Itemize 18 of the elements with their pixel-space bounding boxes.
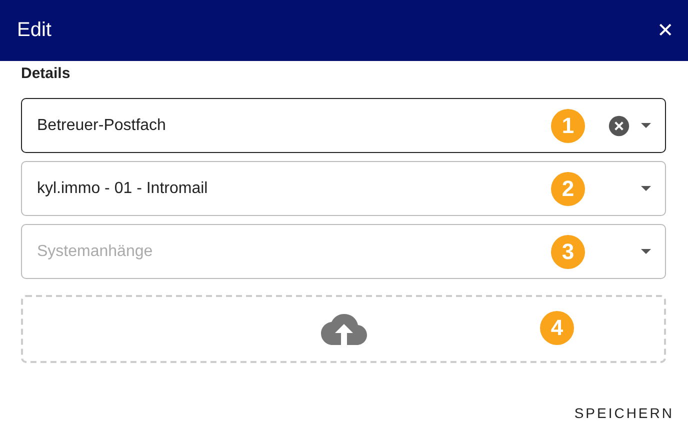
dropdown-caret-icon[interactable] [641,186,651,191]
field-value: kyl.immo - 01 - Intromail [37,180,208,198]
cloud-upload-icon [320,313,366,345]
select-field[interactable]: kyl.immo - 01 - Intromail 2 [21,161,666,216]
dropdown-caret-icon[interactable] [641,123,651,128]
number-badge: 2 [551,172,585,206]
window-title: Edit [17,19,52,42]
clear-icon[interactable] [608,114,630,136]
select-field[interactable]: Betreuer-Postfach 1 [21,98,666,153]
close-button[interactable]: ✕ [657,18,674,43]
field-placeholder: Systemanhänge [37,242,153,260]
number-badge: 4 [540,311,574,345]
field-value: Betreuer-Postfach [37,116,166,134]
save-button[interactable]: SPEICHERN [574,401,674,425]
number-badge: 3 [551,234,585,268]
section-label: Details [21,65,72,82]
dropdown-caret-icon[interactable] [641,249,651,254]
number-badge: 1 [551,108,585,142]
